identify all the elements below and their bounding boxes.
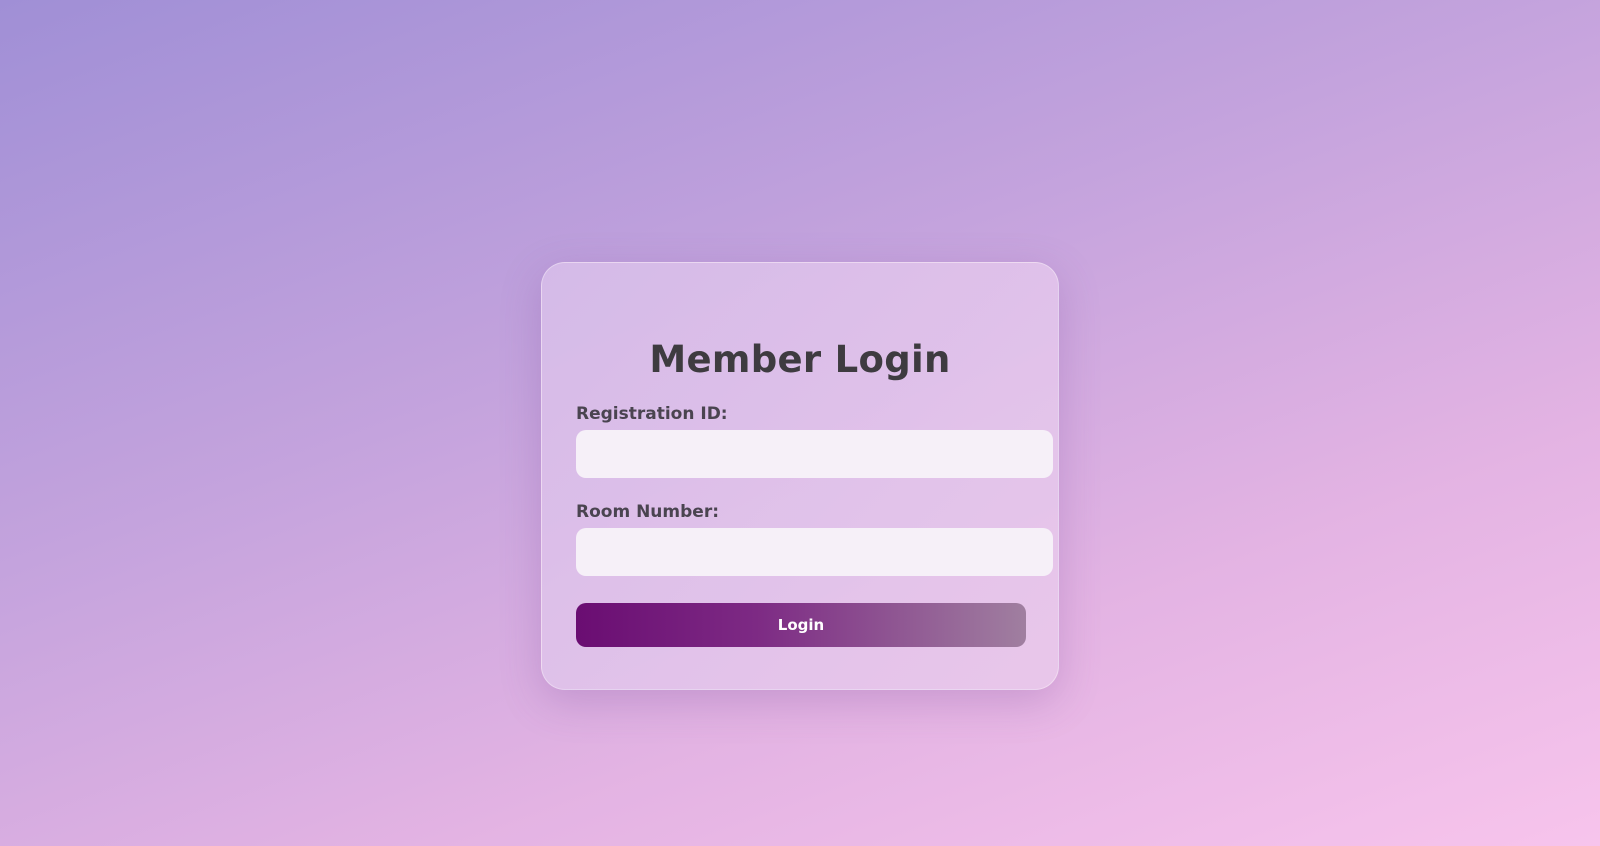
login-button[interactable]: Login bbox=[576, 603, 1026, 647]
registration-id-input[interactable] bbox=[576, 430, 1053, 478]
login-card: Member Login Registration ID: Room Numbe… bbox=[541, 262, 1059, 690]
registration-id-label: Registration ID: bbox=[576, 404, 728, 424]
room-number-label: Room Number: bbox=[576, 502, 720, 522]
room-number-input[interactable] bbox=[576, 528, 1053, 576]
page-title: Member Login bbox=[649, 338, 951, 381]
